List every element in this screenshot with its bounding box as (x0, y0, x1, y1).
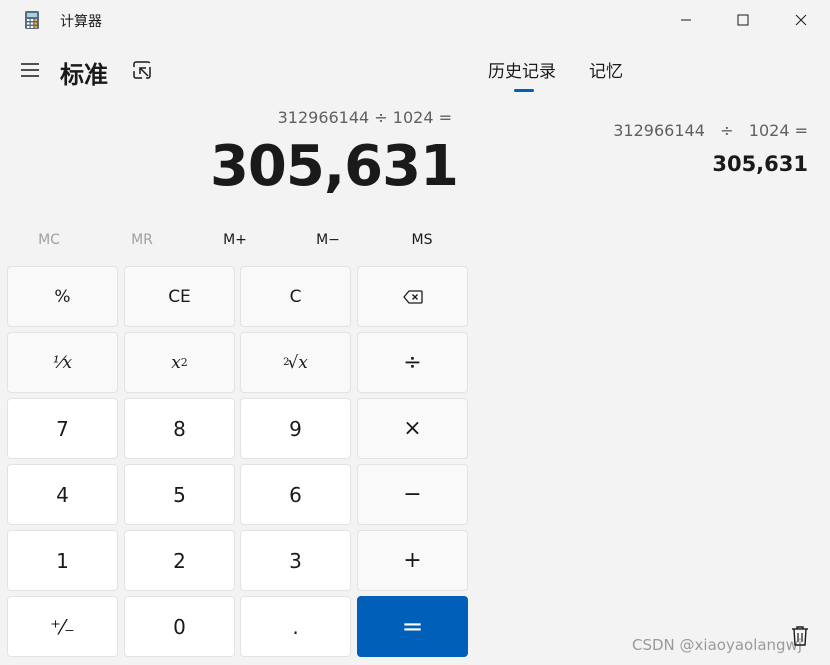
tab-history[interactable]: 历史记录 (488, 57, 556, 82)
backspace-icon (402, 289, 423, 304)
tab-memory[interactable]: 记忆 (589, 57, 623, 82)
digit-6-button[interactable]: 6 (240, 464, 351, 525)
maximize-button[interactable] (714, 0, 772, 40)
clear-button[interactable]: C (240, 266, 351, 327)
expression-display: 312966144 ÷ 1024 = (277, 108, 452, 127)
root-label: √x (287, 352, 308, 373)
keep-on-top-icon (133, 61, 151, 79)
title-bar: 计算器 (0, 0, 830, 40)
keep-on-top-button[interactable] (131, 59, 155, 83)
calculator-app-icon (25, 11, 39, 29)
subtract-button[interactable]: − (357, 464, 468, 525)
digit-1-button[interactable]: 1 (7, 530, 118, 591)
memory-subtract-button[interactable]: M− (282, 232, 374, 248)
decimal-button[interactable]: . (240, 596, 351, 657)
backspace-button[interactable] (357, 266, 468, 327)
hamburger-menu-icon (21, 63, 39, 77)
memory-store-button[interactable]: MS (376, 232, 468, 248)
negate-button[interactable]: ⁺⁄₋ (7, 596, 118, 657)
digit-5-button[interactable]: 5 (124, 464, 235, 525)
digit-2-button[interactable]: 2 (124, 530, 235, 591)
navigation-menu-button[interactable] (18, 58, 42, 82)
trash-icon (792, 626, 808, 646)
digit-7-button[interactable]: 7 (7, 398, 118, 459)
digit-9-button[interactable]: 9 (240, 398, 351, 459)
digit-4-button[interactable]: 4 (7, 464, 118, 525)
memory-recall-button[interactable]: MR (96, 232, 188, 248)
clear-history-button[interactable] (790, 625, 810, 647)
clear-entry-button[interactable]: CE (124, 266, 235, 327)
square-exponent-label: 2 (180, 356, 188, 369)
window-title: 计算器 (60, 14, 102, 30)
digit-8-button[interactable]: 8 (124, 398, 235, 459)
divide-button[interactable]: ÷ (357, 332, 468, 393)
history-result: 305,631 (712, 152, 808, 176)
watermark: CSDN @xiaoyaolangwj (632, 636, 803, 654)
digit-0-button[interactable]: 0 (124, 596, 235, 657)
mode-title: 标准 (60, 61, 108, 89)
minimize-icon (681, 19, 691, 21)
multiply-button[interactable]: × (357, 398, 468, 459)
digit-3-button[interactable]: 3 (240, 530, 351, 591)
minimize-button[interactable] (657, 0, 715, 40)
square-button[interactable]: x2 (124, 332, 235, 393)
reciprocal-button[interactable]: ¹⁄x (7, 332, 118, 393)
add-button[interactable]: + (357, 530, 468, 591)
memory-clear-button[interactable]: MC (3, 232, 95, 248)
close-button[interactable] (772, 0, 830, 40)
close-icon (795, 14, 807, 26)
result-display: 305,631 (209, 134, 459, 199)
history-expression: 312966144 ÷ 1024 = (613, 121, 808, 140)
square-root-button[interactable]: 2 √x (240, 332, 351, 393)
maximize-icon (737, 14, 749, 26)
active-tab-indicator (514, 89, 534, 92)
equals-button[interactable]: = (357, 596, 468, 657)
memory-add-button[interactable]: M+ (189, 232, 281, 248)
square-base-label: x (171, 352, 181, 373)
percent-button[interactable]: % (7, 266, 118, 327)
